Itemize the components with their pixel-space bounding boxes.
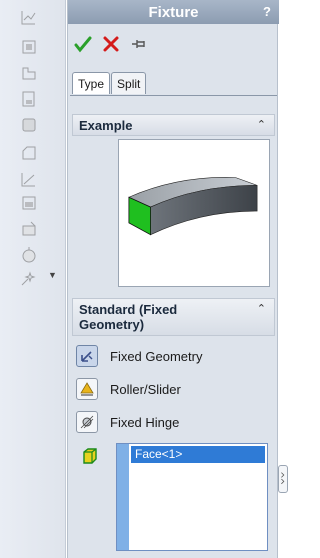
tab-split[interactable]: Split [111, 72, 147, 94]
collapse-chevron-icon[interactable]: ⌃ [257, 118, 266, 131]
selection-item-face-1[interactable]: Face<1> [131, 446, 265, 463]
toolbar-tool-3-icon[interactable] [20, 64, 38, 82]
standard-heading: Standard (Fixed Geometry) [79, 302, 178, 332]
toolbar-tool-4-icon[interactable] [20, 90, 38, 108]
fixed-hinge-icon[interactable] [76, 411, 98, 433]
example-section-header[interactable]: Example ⌃ [72, 114, 275, 136]
action-buttons [74, 34, 148, 54]
panel-title: Fixture [148, 4, 199, 21]
toolbar-tool-2-icon[interactable] [20, 38, 38, 56]
toolbar-tool-5-icon[interactable] [20, 116, 38, 134]
selection-color-bar [117, 444, 129, 550]
toolbar-tool-10-icon[interactable] [20, 246, 38, 264]
fixture-property-manager: Fixture ? Type Split Example ⌃ Standard … [67, 0, 279, 558]
tab-divider [70, 95, 277, 96]
option-fixed-geometry[interactable]: Fixed Geometry [76, 345, 271, 367]
panel-title-bar: Fixture ? [68, 0, 279, 24]
toolbar-dropdown-icon[interactable]: ▼ [48, 270, 57, 280]
toolbar-tool-7-icon[interactable] [20, 170, 38, 188]
pushpin-icon[interactable] [130, 35, 148, 53]
toolbar-tool-11-icon[interactable] [20, 270, 38, 288]
toolbar-tool-6-icon[interactable] [20, 144, 38, 162]
tab-type[interactable]: Type [72, 72, 111, 94]
fixed-geometry-icon[interactable] [76, 345, 98, 367]
fixture-example-model [128, 177, 258, 236]
standard-section-header[interactable]: Standard (Fixed Geometry) ⌃ [72, 298, 275, 336]
option-label: Fixed Hinge [110, 414, 180, 430]
panel-resize-handle[interactable] [278, 465, 288, 493]
option-roller-slider[interactable]: Roller/Slider [76, 378, 271, 400]
option-fixed-hinge[interactable]: Fixed Hinge [76, 411, 271, 433]
example-heading: Example [79, 118, 133, 133]
collapse-chevron-icon[interactable]: ⌃ [257, 302, 266, 317]
cancel-x-icon[interactable] [102, 35, 120, 53]
face-selection-icon [81, 447, 99, 465]
option-label: Roller/Slider [110, 381, 181, 397]
option-label: Fixed Geometry [110, 348, 203, 364]
roller-slider-icon[interactable] [76, 378, 98, 400]
toolbar-tool-8-icon[interactable] [20, 194, 38, 212]
toolbar-tool-9-icon[interactable] [20, 220, 38, 238]
toolbar-tool-1-icon[interactable] [20, 8, 38, 26]
selection-list[interactable]: Face<1> [116, 443, 268, 551]
example-preview-image [118, 139, 270, 287]
tab-strip: Type Split [72, 72, 147, 94]
help-button[interactable]: ? [263, 4, 271, 19]
ok-check-icon[interactable] [74, 35, 92, 53]
feature-toolbar: ▼ [0, 0, 66, 558]
